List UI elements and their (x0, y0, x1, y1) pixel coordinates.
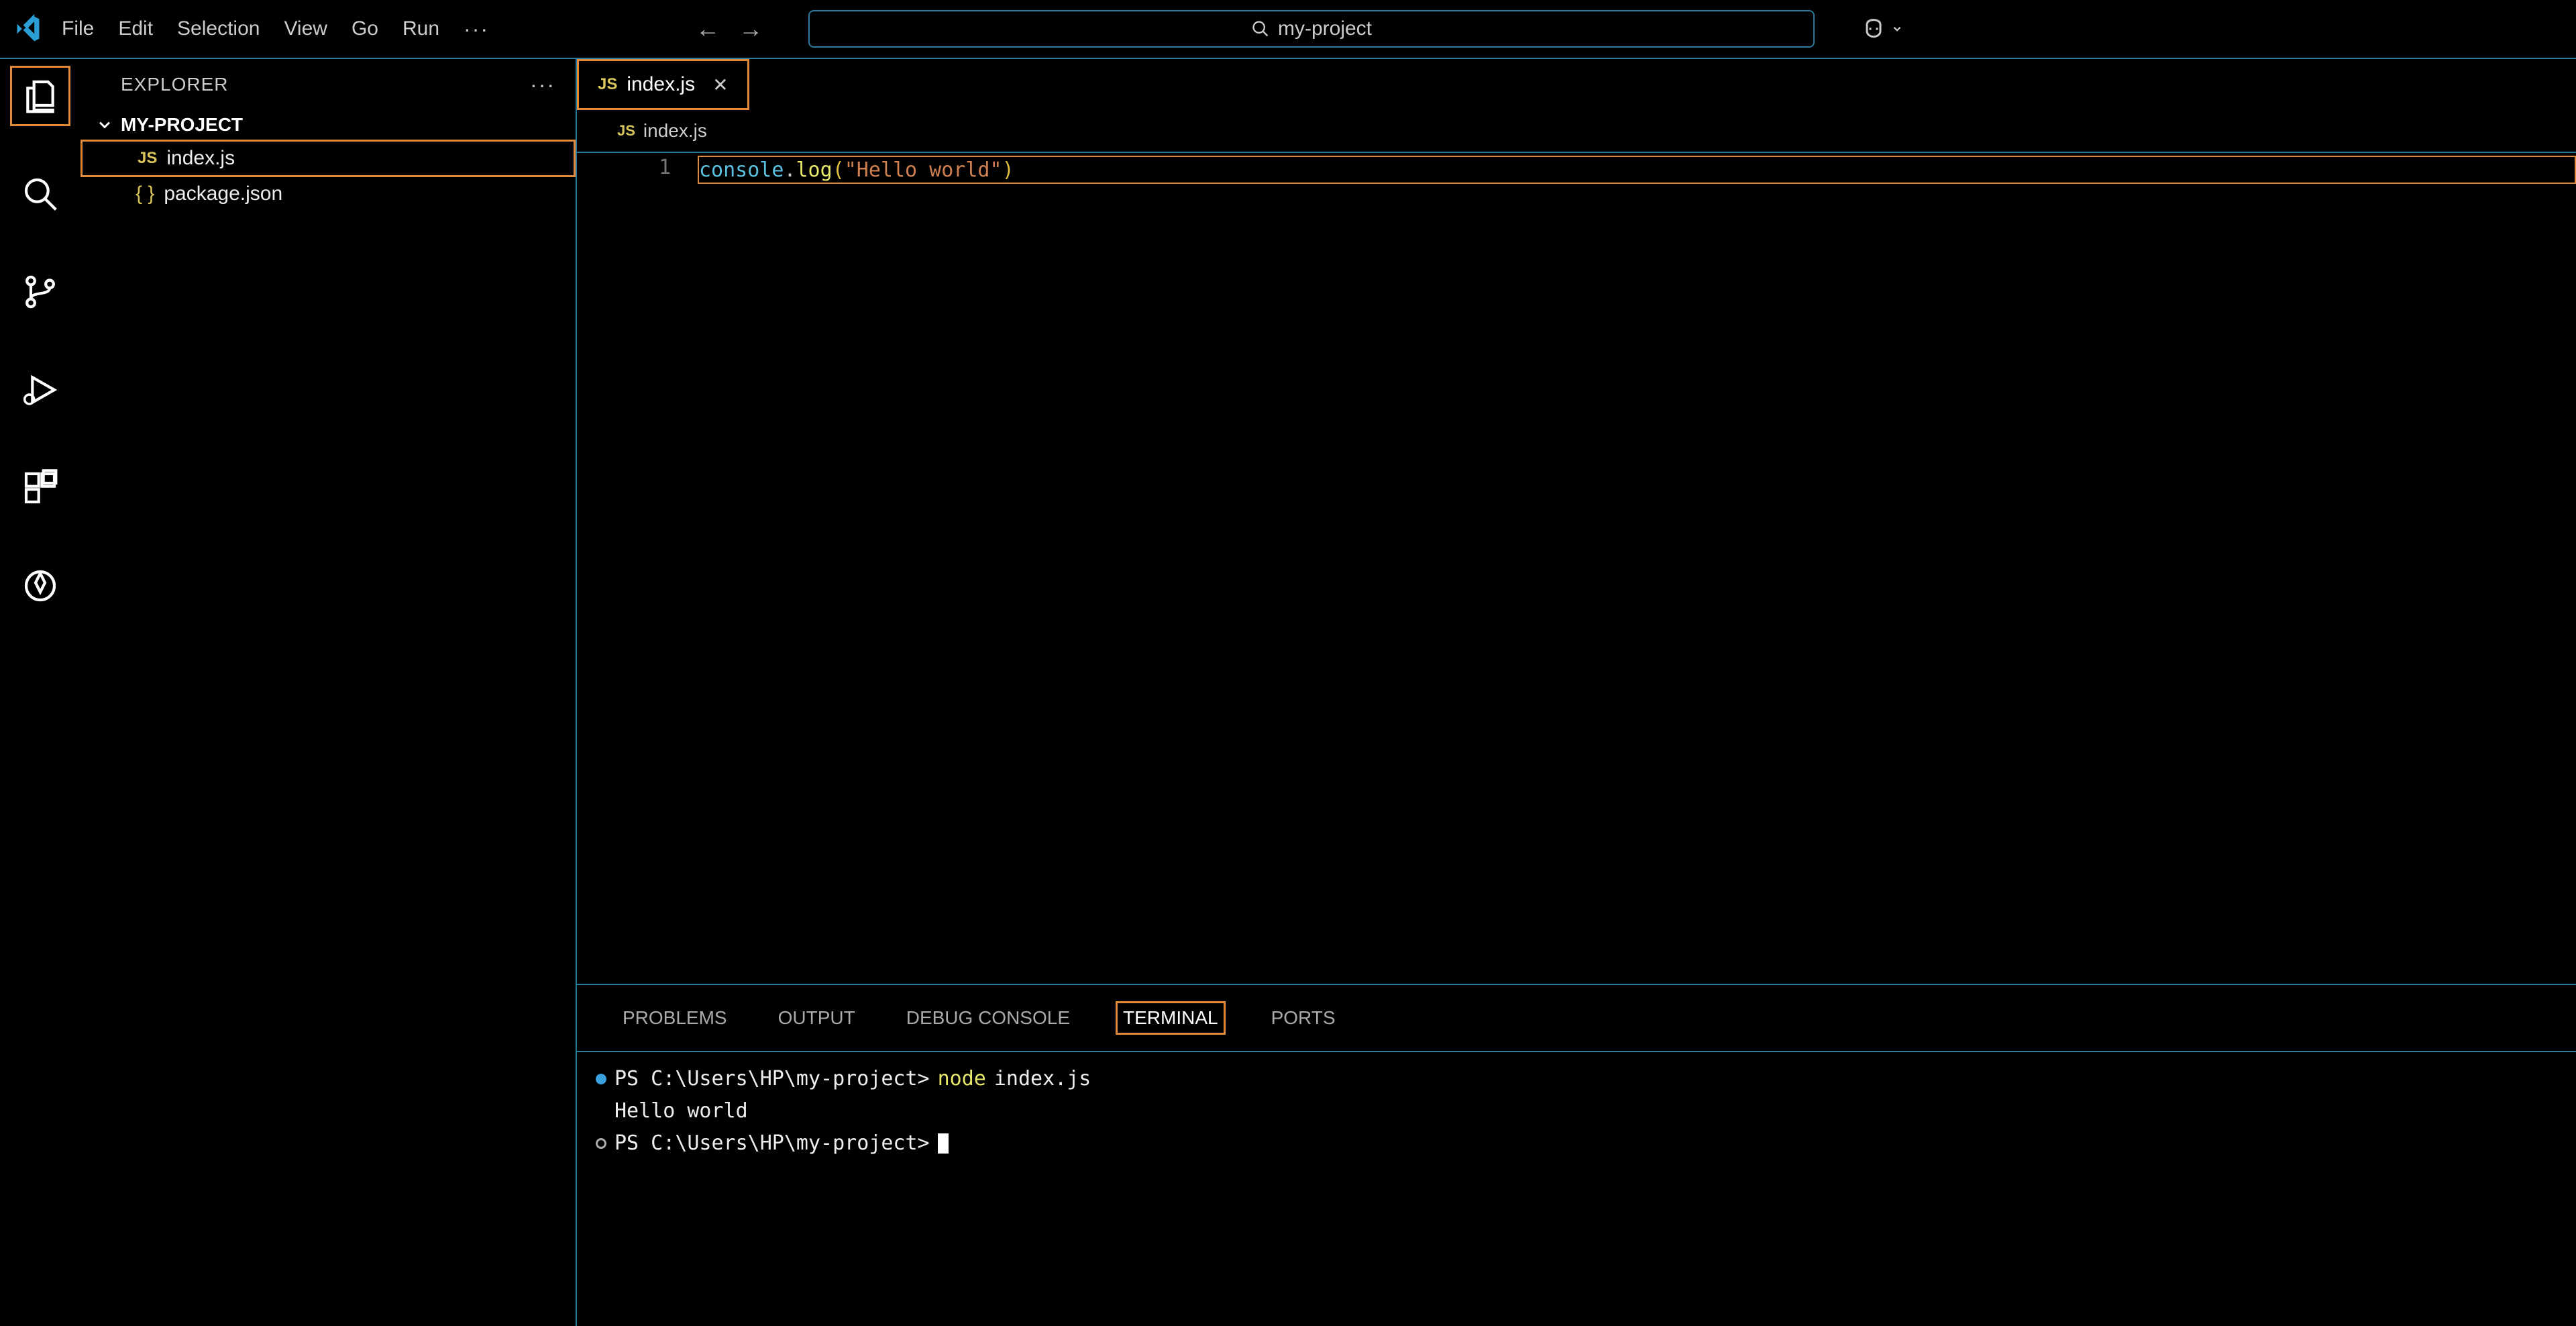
activity-testing[interactable] (10, 556, 70, 616)
title-bar: File Edit Selection View Go Run ··· ← → … (0, 0, 2576, 58)
terminal[interactable]: PS C:\Users\HP\my-project> node index.js… (577, 1052, 2576, 1326)
js-file-icon: JS (617, 122, 635, 140)
token-paren: ) (1002, 158, 1014, 182)
activity-search[interactable] (10, 164, 70, 224)
token-paren: ( (833, 158, 845, 182)
terminal-line: Hello world (596, 1095, 2576, 1127)
file-item-index-js[interactable]: JS index.js (80, 140, 576, 177)
activity-explorer[interactable] (10, 66, 70, 126)
panel-tabs: PROBLEMS OUTPUT DEBUG CONSOLE TERMINAL P… (577, 985, 2576, 1052)
folder-header[interactable]: MY-PROJECT (80, 110, 576, 140)
terminal-cursor (938, 1133, 949, 1154)
sidebar-title: EXPLORER (121, 74, 229, 95)
editor-tabs: JS index.js ✕ (577, 59, 2576, 110)
bottom-panel: PROBLEMS OUTPUT DEBUG CONSOLE TERMINAL P… (577, 984, 2576, 1326)
tab-label: index.js (627, 73, 695, 96)
code-line-1[interactable]: console.log("Hello world") (698, 156, 2576, 184)
extensions-icon (21, 469, 59, 507)
terminal-prompt: PS C:\Users\HP\my-project> (614, 1127, 930, 1160)
chevron-down-icon (95, 115, 114, 134)
terminal-status-dot-icon (596, 1074, 606, 1084)
json-file-icon: { } (136, 183, 154, 205)
command-center-text: my-project (1278, 17, 1372, 40)
search-icon (21, 175, 59, 213)
menu-run[interactable]: Run (402, 17, 439, 40)
activity-bar (0, 59, 80, 1326)
token-identifier: console (699, 158, 784, 182)
nav-back-icon[interactable]: ← (696, 15, 720, 43)
activity-run-debug[interactable] (10, 360, 70, 420)
editor-gutter: 1 (577, 153, 698, 984)
beaker-icon (21, 567, 59, 605)
terminal-status-dot-icon (596, 1138, 606, 1149)
terminal-line: PS C:\Users\HP\my-project> node index.js (596, 1063, 2576, 1095)
js-file-icon: JS (138, 149, 157, 168)
code-editor[interactable]: 1 console.log("Hello world") (577, 152, 2576, 984)
activity-extensions[interactable] (10, 458, 70, 518)
token-string: "Hello world" (845, 158, 1002, 182)
menu-view[interactable]: View (284, 17, 327, 40)
chevron-down-icon (1891, 23, 1903, 35)
editor-group: JS index.js ✕ JS index.js 1 console.log(… (577, 59, 2576, 1326)
copilot-button[interactable] (1860, 15, 1903, 42)
menu-more-icon[interactable]: ··· (464, 17, 489, 42)
folder-name: MY-PROJECT (121, 114, 243, 136)
copilot-icon (1860, 15, 1887, 42)
terminal-line: PS C:\Users\HP\my-project> (596, 1127, 2576, 1160)
panel-tab-terminal[interactable]: TERMINAL (1116, 1001, 1226, 1035)
nav-forward-icon[interactable]: → (739, 15, 763, 43)
activity-source-control[interactable] (10, 262, 70, 322)
file-name: index.js (166, 147, 235, 170)
terminal-output: Hello world (596, 1095, 748, 1127)
menu-selection[interactable]: Selection (177, 17, 260, 40)
menu-go[interactable]: Go (352, 17, 378, 40)
panel-tab-debug-console[interactable]: DEBUG CONSOLE (901, 1003, 1075, 1033)
sidebar-explorer: EXPLORER ··· MY-PROJECT JS index.js { } … (80, 59, 577, 1326)
line-number: 1 (577, 156, 671, 179)
search-icon (1251, 19, 1270, 38)
menu-file[interactable]: File (62, 17, 94, 40)
panel-tab-problems[interactable]: PROBLEMS (617, 1003, 733, 1033)
terminal-command-arg: index.js (994, 1063, 1091, 1095)
nav-arrows: ← → (696, 15, 763, 43)
file-item-package-json[interactable]: { } package.json (80, 177, 576, 211)
command-center[interactable]: my-project (808, 10, 1815, 48)
js-file-icon: JS (598, 75, 617, 94)
terminal-command: node (938, 1063, 986, 1095)
close-icon[interactable]: ✕ (712, 74, 728, 96)
menu-edit[interactable]: Edit (118, 17, 153, 40)
panel-tab-ports[interactable]: PORTS (1266, 1003, 1341, 1033)
tab-index-js[interactable]: JS index.js ✕ (577, 59, 749, 110)
token-dot: . (784, 158, 796, 182)
code-content[interactable]: console.log("Hello world") (698, 153, 2576, 984)
breadcrumb[interactable]: JS index.js (577, 110, 2576, 152)
file-name: package.json (164, 183, 282, 205)
git-branch-icon (21, 273, 59, 311)
sidebar-header: EXPLORER ··· (80, 59, 576, 110)
sidebar-more-icon[interactable]: ··· (530, 72, 555, 97)
play-bug-icon (21, 371, 59, 409)
files-icon (21, 77, 59, 115)
vscode-logo-icon (13, 14, 43, 44)
menu-bar: File Edit Selection View Go Run ··· (62, 17, 489, 42)
terminal-prompt: PS C:\Users\HP\my-project> (614, 1063, 930, 1095)
panel-tab-output[interactable]: OUTPUT (773, 1003, 861, 1033)
breadcrumb-text: index.js (643, 120, 707, 142)
token-function: log (796, 158, 833, 182)
